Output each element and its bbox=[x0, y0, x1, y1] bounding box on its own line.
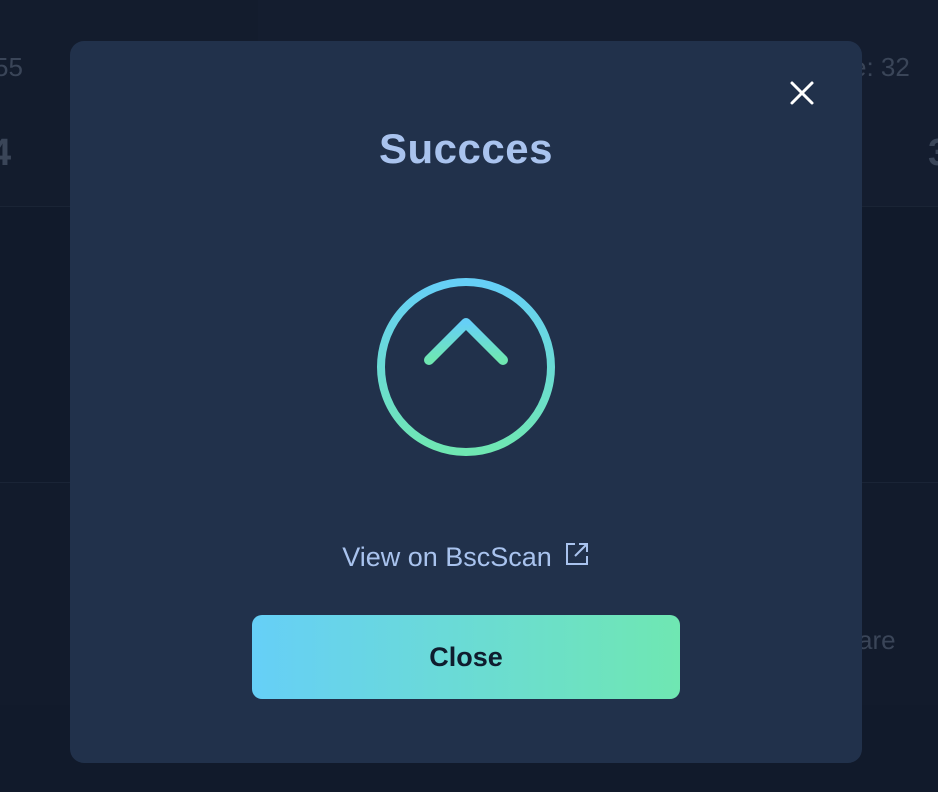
modal-title: Succces bbox=[379, 125, 553, 172]
upload-arrow-circle-icon bbox=[375, 276, 557, 458]
close-icon[interactable] bbox=[784, 75, 820, 111]
close-button[interactable]: Close bbox=[252, 615, 680, 699]
background-stat-big-right: 3 bbox=[928, 132, 938, 175]
view-link-label: View on BscScan bbox=[342, 542, 552, 572]
view-on-bscscan-link[interactable]: View on BscScan bbox=[70, 541, 862, 574]
background-stat-value: 55 bbox=[0, 52, 23, 82]
success-modal: Succces View on BscScan Close bbox=[70, 41, 862, 763]
background-stat-big: 4 bbox=[0, 132, 12, 174]
background-lower-text: are bbox=[858, 625, 896, 655]
external-link-icon bbox=[564, 541, 590, 574]
